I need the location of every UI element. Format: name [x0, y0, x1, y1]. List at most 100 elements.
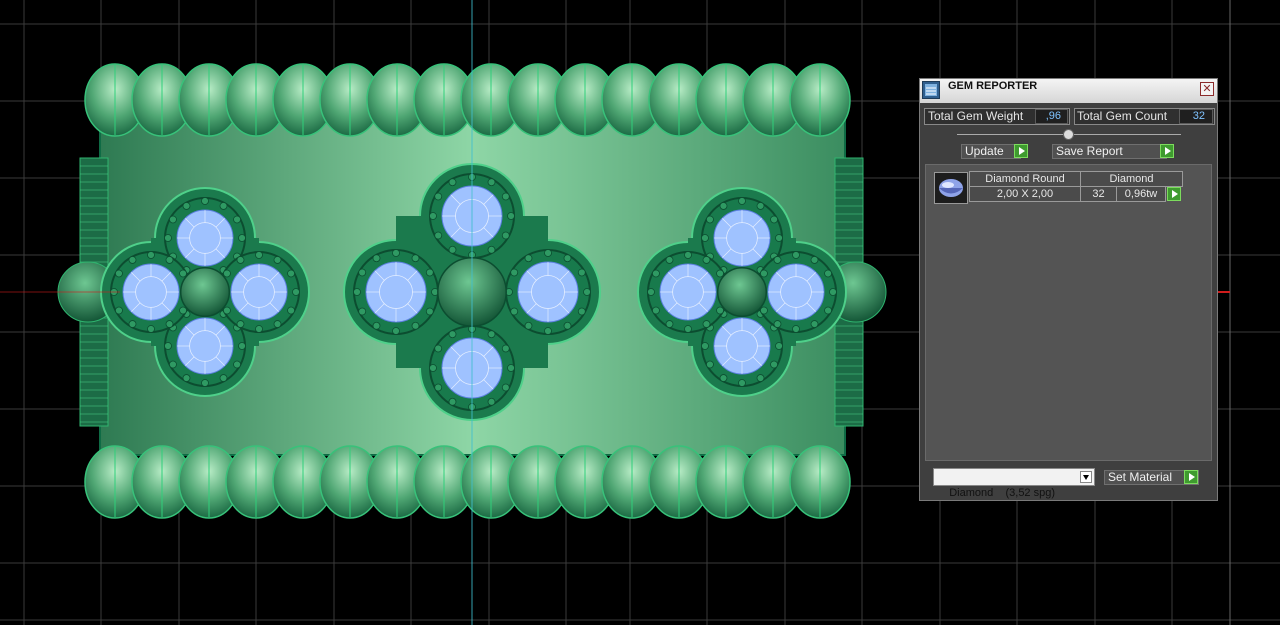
prong: [287, 269, 295, 278]
prong: [448, 397, 457, 406]
prong: [287, 306, 295, 315]
prong: [773, 256, 782, 264]
prong: [147, 251, 155, 259]
prong: [165, 320, 174, 328]
prong: [273, 256, 282, 264]
prong: [219, 374, 228, 382]
prong: [238, 342, 246, 350]
prong: [770, 215, 778, 224]
prong: [652, 306, 660, 315]
total-gem-weight-value: ,96: [1045, 110, 1061, 122]
prong: [128, 320, 137, 328]
prong: [810, 320, 819, 328]
prong: [501, 344, 510, 353]
bottom-bead-row: [84, 445, 851, 519]
prong: [434, 344, 443, 353]
prong: [219, 202, 228, 210]
diamond-round-thumbnail-icon[interactable]: [934, 172, 968, 204]
prong: [372, 254, 381, 263]
center-dome: [716, 266, 768, 318]
prong: [487, 245, 496, 254]
prong: [684, 251, 692, 259]
slider-handle[interactable]: [1063, 129, 1074, 140]
material-select[interactable]: Diamond (3,52 spg): [933, 468, 1095, 499]
update-button[interactable]: Update: [961, 144, 1021, 159]
panel-titlebar[interactable]: GEM REPORTER ✕: [920, 79, 1217, 103]
prong: [487, 330, 496, 339]
prong: [770, 360, 778, 369]
prong: [255, 251, 263, 259]
prong: [524, 321, 533, 330]
prong: [701, 234, 709, 242]
prong: [434, 192, 443, 201]
prong: [702, 256, 711, 264]
prong: [719, 374, 728, 382]
prong: [583, 288, 591, 296]
prong: [392, 327, 400, 335]
prong: [429, 212, 437, 220]
prong: [165, 256, 174, 264]
prong: [201, 197, 209, 205]
prong: [448, 178, 457, 187]
panel-title: GEM REPORTER: [948, 80, 1038, 92]
prong: [775, 342, 783, 350]
prong: [425, 268, 434, 277]
prong: [372, 321, 381, 330]
prong: [236, 256, 245, 264]
prong: [487, 397, 496, 406]
prong: [255, 325, 263, 333]
prong: [501, 383, 510, 392]
prong: [179, 269, 187, 278]
prong: [792, 325, 800, 333]
clover-settings: [100, 163, 847, 421]
prong: [179, 306, 187, 315]
save-report-button[interactable]: Save Report: [1052, 144, 1167, 159]
prong: [773, 320, 782, 328]
set-material-play-icon[interactable]: [1184, 470, 1198, 484]
prong: [201, 379, 209, 387]
prong: [501, 231, 510, 240]
center-dome: [179, 266, 231, 318]
prong: [719, 202, 728, 210]
close-icon[interactable]: ✕: [1200, 82, 1214, 96]
gem-list[interactable]: Diamond Round Diamond 2,00 X 2,00 32 0,9…: [925, 164, 1212, 461]
prong: [792, 251, 800, 259]
prong: [353, 288, 361, 296]
prong: [563, 321, 572, 330]
row-play-icon[interactable]: [1167, 187, 1181, 201]
prong: [147, 325, 155, 333]
table-header-cell: Diamond Round: [969, 171, 1081, 187]
prong: [716, 269, 724, 278]
prong: [577, 268, 586, 277]
prong: [223, 269, 231, 278]
prong: [182, 202, 191, 210]
prong: [115, 269, 123, 278]
update-play-icon[interactable]: [1014, 144, 1028, 158]
prong: [233, 360, 241, 369]
prong: [182, 374, 191, 382]
chevron-down-icon[interactable]: [1080, 471, 1092, 483]
prong: [425, 307, 434, 316]
prong: [164, 234, 172, 242]
prong: [701, 342, 709, 350]
total-gem-count-value: 32: [1192, 110, 1205, 122]
save-report-play-icon[interactable]: [1160, 144, 1174, 158]
prong: [524, 254, 533, 263]
prong: [824, 269, 832, 278]
prong: [775, 234, 783, 242]
prong: [429, 364, 437, 372]
prong: [738, 197, 746, 205]
table-cell-weight: 0,96tw: [1116, 186, 1166, 202]
prong: [233, 215, 241, 224]
prong: [358, 307, 367, 316]
prong: [128, 256, 137, 264]
total-gem-count-label: Total Gem Count: [1077, 109, 1168, 123]
prong: [652, 269, 660, 278]
prong: [510, 307, 519, 316]
prong: [236, 320, 245, 328]
prong: [760, 306, 768, 315]
prong: [411, 254, 420, 263]
gem-reporter-app-icon: [922, 81, 940, 99]
prong: [824, 306, 832, 315]
prong: [684, 325, 692, 333]
